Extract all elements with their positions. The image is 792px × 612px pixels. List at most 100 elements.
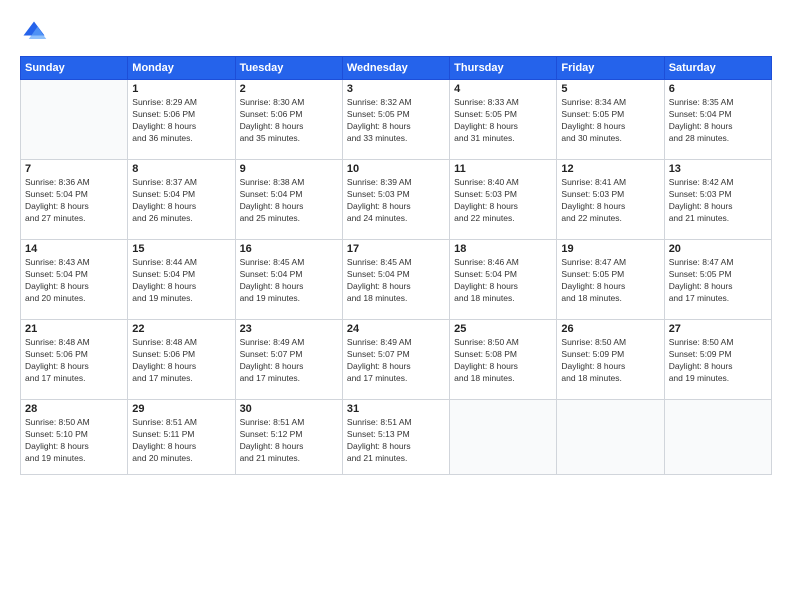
day-info: Sunrise: 8:45 AM Sunset: 5:04 PM Dayligh… [240, 257, 338, 305]
day-info: Sunrise: 8:50 AM Sunset: 5:10 PM Dayligh… [25, 417, 123, 465]
day-info: Sunrise: 8:51 AM Sunset: 5:11 PM Dayligh… [132, 417, 230, 465]
calendar-table: SundayMondayTuesdayWednesdayThursdayFrid… [20, 56, 772, 475]
day-number: 21 [25, 323, 123, 335]
day-info: Sunrise: 8:43 AM Sunset: 5:04 PM Dayligh… [25, 257, 123, 305]
header [20, 18, 772, 46]
calendar-cell: 13Sunrise: 8:42 AM Sunset: 5:03 PM Dayli… [664, 160, 771, 240]
calendar-cell: 23 Sunrise: 8:49 AM Sunset: 5:07 PM Dayli… [235, 320, 342, 400]
logo-icon [20, 18, 48, 46]
day-number: 2 [240, 83, 338, 95]
day-number: 22 [132, 323, 230, 335]
day-number: 19 [561, 243, 659, 255]
day-number: 7 [25, 163, 123, 175]
day-number: 9 [240, 163, 338, 175]
calendar-cell: 11 Sunrise: 8:40 AM Sunset: 5:03 PM Dayli… [450, 160, 557, 240]
day-number: 27 [669, 323, 767, 335]
day-info: Sunrise: 8:33 AM Sunset: 5:05 PM Dayligh… [454, 97, 552, 145]
weekday-header-sunday: Sunday [21, 57, 128, 80]
day-info: Sunrise: 8:39 AM Sunset: 5:03 PM Dayligh… [347, 177, 445, 225]
calendar-cell: 7 Sunrise: 8:36 AM Sunset: 5:04 PM Daylig… [21, 160, 128, 240]
calendar-cell: 26 Sunrise: 8:50 AM Sunset: 5:09 PM Dayli… [557, 320, 664, 400]
day-number: 31 [347, 403, 445, 415]
page: SundayMondayTuesdayWednesdayThursdayFrid… [0, 0, 792, 612]
week-row-5: 28 Sunrise: 8:50 AM Sunset: 5:10 PM Dayli… [21, 400, 772, 475]
calendar-cell: 6 Sunrise: 8:35 AM Sunset: 5:04 PM Daylig… [664, 80, 771, 160]
day-info: Sunrise: 8:38 AM Sunset: 5:04 PM Dayligh… [240, 177, 338, 225]
weekday-header-saturday: Saturday [664, 57, 771, 80]
calendar-cell: 10 Sunrise: 8:39 AM Sunset: 5:03 PM Dayli… [342, 160, 449, 240]
day-info: Sunrise: 8:35 AM Sunset: 5:04 PM Dayligh… [669, 97, 767, 145]
calendar-cell [557, 400, 664, 475]
day-number: 26 [561, 323, 659, 335]
weekday-header-wednesday: Wednesday [342, 57, 449, 80]
calendar-cell: 17 Sunrise: 8:45 AM Sunset: 5:04 PM Dayli… [342, 240, 449, 320]
calendar-cell: 19 Sunrise: 8:47 AM Sunset: 5:05 PM Dayli… [557, 240, 664, 320]
day-number: 17 [347, 243, 445, 255]
calendar-cell: 24 Sunrise: 8:49 AM Sunset: 5:07 PM Dayli… [342, 320, 449, 400]
calendar-cell: 15 Sunrise: 8:44 AM Sunset: 5:04 PM Dayli… [128, 240, 235, 320]
week-row-3: 14Sunrise: 8:43 AM Sunset: 5:04 PM Dayli… [21, 240, 772, 320]
day-info: Sunrise: 8:46 AM Sunset: 5:04 PM Dayligh… [454, 257, 552, 305]
weekday-header-friday: Friday [557, 57, 664, 80]
day-number: 25 [454, 323, 552, 335]
day-info: Sunrise: 8:45 AM Sunset: 5:04 PM Dayligh… [347, 257, 445, 305]
day-info: Sunrise: 8:48 AM Sunset: 5:06 PM Dayligh… [132, 337, 230, 385]
weekday-header-row: SundayMondayTuesdayWednesdayThursdayFrid… [21, 57, 772, 80]
day-number: 11 [454, 163, 552, 175]
day-info: Sunrise: 8:40 AM Sunset: 5:03 PM Dayligh… [454, 177, 552, 225]
weekday-header-thursday: Thursday [450, 57, 557, 80]
day-number: 28 [25, 403, 123, 415]
day-info: Sunrise: 8:37 AM Sunset: 5:04 PM Dayligh… [132, 177, 230, 225]
calendar-cell: 22 Sunrise: 8:48 AM Sunset: 5:06 PM Dayli… [128, 320, 235, 400]
day-number: 23 [240, 323, 338, 335]
day-number: 3 [347, 83, 445, 95]
calendar-cell: 29 Sunrise: 8:51 AM Sunset: 5:11 PM Dayli… [128, 400, 235, 475]
day-info: Sunrise: 8:50 AM Sunset: 5:09 PM Dayligh… [561, 337, 659, 385]
day-info: Sunrise: 8:47 AM Sunset: 5:05 PM Dayligh… [669, 257, 767, 305]
day-number: 10 [347, 163, 445, 175]
calendar-cell: 25Sunrise: 8:50 AM Sunset: 5:08 PM Dayli… [450, 320, 557, 400]
calendar-cell: 30Sunrise: 8:51 AM Sunset: 5:12 PM Dayli… [235, 400, 342, 475]
day-info: Sunrise: 8:32 AM Sunset: 5:05 PM Dayligh… [347, 97, 445, 145]
week-row-4: 21 Sunrise: 8:48 AM Sunset: 5:06 PM Dayli… [21, 320, 772, 400]
calendar-cell [664, 400, 771, 475]
calendar-cell [450, 400, 557, 475]
calendar-cell: 9 Sunrise: 8:38 AM Sunset: 5:04 PM Daylig… [235, 160, 342, 240]
day-number: 12 [561, 163, 659, 175]
calendar-cell: 16 Sunrise: 8:45 AM Sunset: 5:04 PM Dayli… [235, 240, 342, 320]
day-number: 8 [132, 163, 230, 175]
day-info: Sunrise: 8:49 AM Sunset: 5:07 PM Dayligh… [240, 337, 338, 385]
day-info: Sunrise: 8:48 AM Sunset: 5:06 PM Dayligh… [25, 337, 123, 385]
day-info: Sunrise: 8:50 AM Sunset: 5:09 PM Dayligh… [669, 337, 767, 385]
day-info: Sunrise: 8:41 AM Sunset: 5:03 PM Dayligh… [561, 177, 659, 225]
day-number: 24 [347, 323, 445, 335]
day-info: Sunrise: 8:34 AM Sunset: 5:05 PM Dayligh… [561, 97, 659, 145]
calendar-cell: 2 Sunrise: 8:30 AM Sunset: 5:06 PM Daylig… [235, 80, 342, 160]
day-number: 29 [132, 403, 230, 415]
week-row-2: 7 Sunrise: 8:36 AM Sunset: 5:04 PM Daylig… [21, 160, 772, 240]
calendar-cell: 8 Sunrise: 8:37 AM Sunset: 5:04 PM Daylig… [128, 160, 235, 240]
day-number: 20 [669, 243, 767, 255]
calendar-cell: 31Sunrise: 8:51 AM Sunset: 5:13 PM Dayli… [342, 400, 449, 475]
day-number: 30 [240, 403, 338, 415]
day-info: Sunrise: 8:47 AM Sunset: 5:05 PM Dayligh… [561, 257, 659, 305]
calendar-cell: 1 Sunrise: 8:29 AM Sunset: 5:06 PM Daylig… [128, 80, 235, 160]
day-info: Sunrise: 8:30 AM Sunset: 5:06 PM Dayligh… [240, 97, 338, 145]
day-number: 1 [132, 83, 230, 95]
day-number: 4 [454, 83, 552, 95]
day-info: Sunrise: 8:36 AM Sunset: 5:04 PM Dayligh… [25, 177, 123, 225]
day-info: Sunrise: 8:42 AM Sunset: 5:03 PM Dayligh… [669, 177, 767, 225]
logo [20, 18, 52, 46]
day-number: 15 [132, 243, 230, 255]
calendar-cell: 3 Sunrise: 8:32 AM Sunset: 5:05 PM Daylig… [342, 80, 449, 160]
weekday-header-monday: Monday [128, 57, 235, 80]
day-info: Sunrise: 8:29 AM Sunset: 5:06 PM Dayligh… [132, 97, 230, 145]
day-number: 16 [240, 243, 338, 255]
day-info: Sunrise: 8:49 AM Sunset: 5:07 PM Dayligh… [347, 337, 445, 385]
day-number: 18 [454, 243, 552, 255]
day-info: Sunrise: 8:44 AM Sunset: 5:04 PM Dayligh… [132, 257, 230, 305]
calendar-cell: 5Sunrise: 8:34 AM Sunset: 5:05 PM Daylig… [557, 80, 664, 160]
calendar-cell: 18 Sunrise: 8:46 AM Sunset: 5:04 PM Dayli… [450, 240, 557, 320]
calendar-cell: 4 Sunrise: 8:33 AM Sunset: 5:05 PM Daylig… [450, 80, 557, 160]
day-number: 6 [669, 83, 767, 95]
